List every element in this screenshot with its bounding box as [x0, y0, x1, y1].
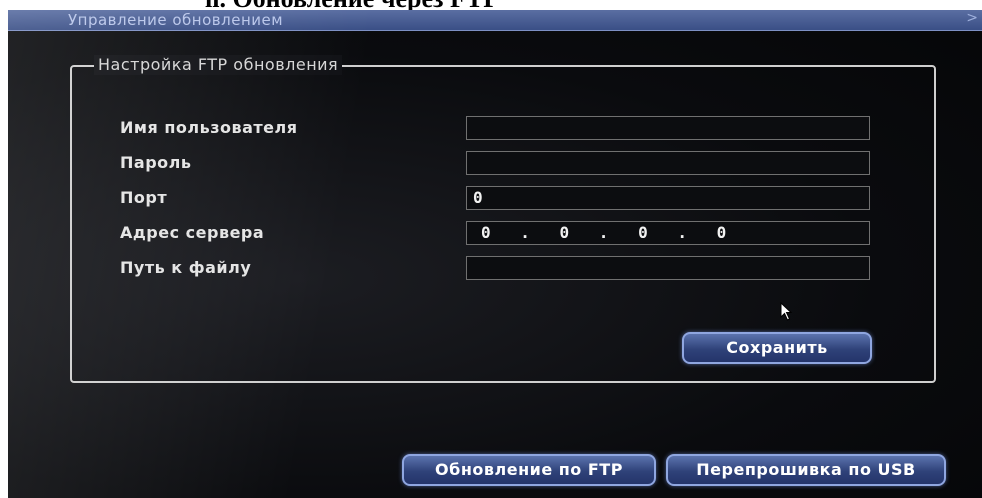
port-label: Порт	[120, 188, 168, 207]
password-field[interactable]	[466, 151, 870, 175]
username-label: Имя пользователя	[120, 118, 298, 137]
dvr-screen: Управление обновлением > Настройка FTP о…	[8, 10, 982, 498]
group-title: Настройка FTP обновления	[94, 55, 343, 75]
port-field[interactable]: 0	[466, 186, 870, 210]
username-field[interactable]	[466, 116, 870, 140]
ftp-update-button[interactable]: Обновление по FTP	[402, 454, 656, 486]
file-path-label: Путь к файлу	[120, 258, 252, 277]
usb-flash-button[interactable]: Перепрошивка по USB	[666, 454, 946, 486]
file-path-field[interactable]	[466, 256, 870, 280]
close-icon[interactable]: >	[966, 10, 978, 26]
password-label: Пароль	[120, 153, 192, 172]
server-address-label: Адрес сервера	[120, 223, 265, 242]
window-titlebar: Управление обновлением >	[8, 10, 982, 31]
server-address-field[interactable]: 0 . 0 . 0 . 0	[466, 221, 870, 245]
window-title: Управление обновлением	[68, 11, 284, 29]
mouse-pointer-icon	[780, 302, 793, 321]
save-button[interactable]: Сохранить	[682, 332, 872, 364]
